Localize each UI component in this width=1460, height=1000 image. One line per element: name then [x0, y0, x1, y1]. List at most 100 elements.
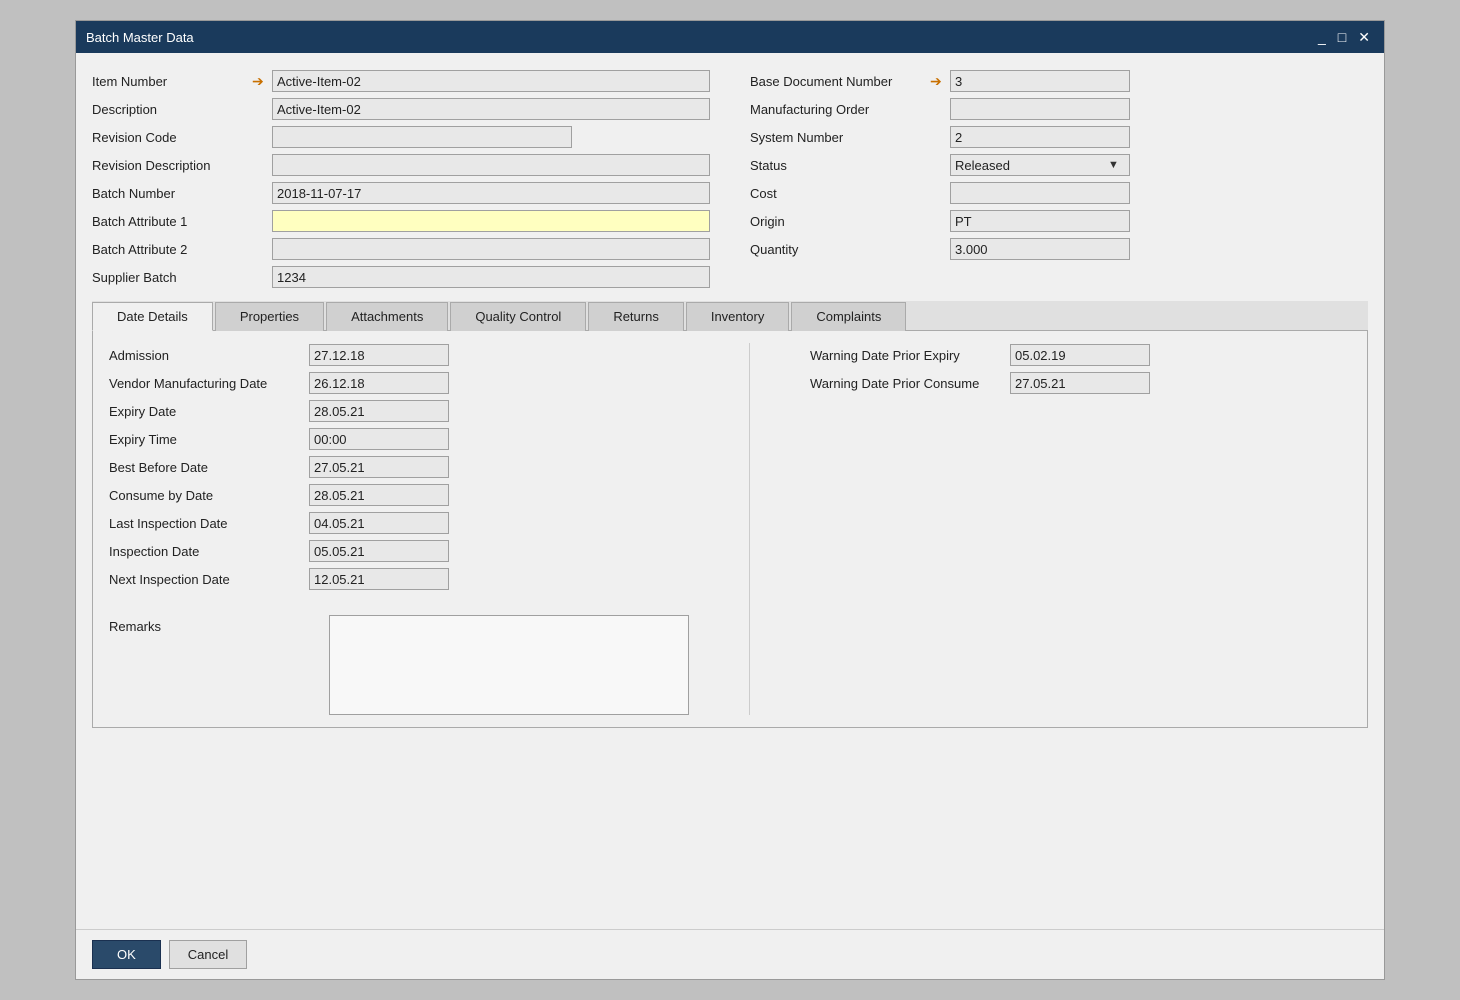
quantity-input[interactable]: [950, 238, 1130, 260]
supplier-batch-input[interactable]: [272, 266, 710, 288]
tab-properties[interactable]: Properties: [215, 302, 324, 331]
revision-code-row: Revision Code: [92, 125, 710, 149]
status-select[interactable]: Released Locked Restricted: [950, 154, 1130, 176]
batch-attr1-row: Batch Attribute 1: [92, 209, 710, 233]
batch-attr2-label: Batch Attribute 2: [92, 242, 252, 257]
remarks-textarea[interactable]: [329, 615, 689, 715]
remarks-label: Remarks: [109, 615, 309, 634]
warning-date-expiry-input[interactable]: [1010, 344, 1150, 366]
left-fields: Item Number ➔ Description Revision Code …: [92, 69, 710, 289]
expiry-date-input[interactable]: [309, 400, 449, 422]
remarks-section: Remarks: [109, 615, 689, 715]
vertical-divider: [749, 343, 750, 715]
admission-input[interactable]: [309, 344, 449, 366]
status-label: Status: [750, 158, 930, 173]
maximize-button[interactable]: □: [1334, 30, 1350, 44]
minimize-button[interactable]: _: [1314, 30, 1330, 44]
best-before-date-label: Best Before Date: [109, 460, 309, 475]
right-fields: Base Document Number ➔ Manufacturing Ord…: [750, 69, 1368, 289]
ok-button[interactable]: OK: [92, 940, 161, 969]
batch-attr2-row: Batch Attribute 2: [92, 237, 710, 261]
description-input[interactable]: [272, 98, 710, 120]
date-details-left: Admission Vendor Manufacturing Date Expi…: [109, 343, 689, 715]
tab-date-details[interactable]: Date Details: [92, 302, 213, 331]
last-inspection-date-row: Last Inspection Date: [109, 511, 689, 535]
system-number-row: System Number: [750, 125, 1368, 149]
cost-input[interactable]: [950, 182, 1130, 204]
inspection-date-input[interactable]: [309, 540, 449, 562]
base-doc-number-row: Base Document Number ➔: [750, 69, 1368, 93]
last-inspection-date-input[interactable]: [309, 512, 449, 534]
warning-date-consume-label: Warning Date Prior Consume: [810, 376, 1010, 391]
fields-section: Item Number ➔ Description Revision Code …: [92, 69, 1368, 289]
supplier-batch-row: Supplier Batch: [92, 265, 710, 289]
tab-inner: Admission Vendor Manufacturing Date Expi…: [109, 343, 1351, 715]
consume-by-date-label: Consume by Date: [109, 488, 309, 503]
warning-date-expiry-row: Warning Date Prior Expiry: [810, 343, 1150, 367]
quantity-row: Quantity: [750, 237, 1368, 261]
best-before-date-input[interactable]: [309, 456, 449, 478]
tabs-container: Date Details Properties Attachments Qual…: [92, 301, 1368, 728]
tab-quality-control[interactable]: Quality Control: [450, 302, 586, 331]
warning-date-consume-input[interactable]: [1010, 372, 1150, 394]
manufacturing-order-input[interactable]: [950, 98, 1130, 120]
origin-label: Origin: [750, 214, 930, 229]
consume-by-date-row: Consume by Date: [109, 483, 689, 507]
next-inspection-date-row: Next Inspection Date: [109, 567, 689, 591]
cancel-button[interactable]: Cancel: [169, 940, 247, 969]
supplier-batch-label: Supplier Batch: [92, 270, 252, 285]
next-inspection-date-label: Next Inspection Date: [109, 572, 309, 587]
tab-attachments[interactable]: Attachments: [326, 302, 448, 331]
revision-desc-input[interactable]: [272, 154, 710, 176]
expiry-date-row: Expiry Date: [109, 399, 689, 423]
tab-inventory[interactable]: Inventory: [686, 302, 789, 331]
origin-input[interactable]: [950, 210, 1130, 232]
base-doc-number-label: Base Document Number: [750, 74, 930, 89]
title-bar: Batch Master Data _ □ ✕: [76, 21, 1384, 53]
window-controls: _ □ ✕: [1314, 30, 1374, 44]
tab-content-date-details: Admission Vendor Manufacturing Date Expi…: [92, 331, 1368, 728]
next-inspection-date-input[interactable]: [309, 568, 449, 590]
window-title: Batch Master Data: [86, 30, 194, 45]
status-row: Status Released Locked Restricted ▼: [750, 153, 1368, 177]
revision-desc-label: Revision Description: [92, 158, 252, 173]
batch-number-row: Batch Number: [92, 181, 710, 205]
content-area: Item Number ➔ Description Revision Code …: [76, 53, 1384, 929]
item-number-label: Item Number: [92, 74, 252, 89]
main-window: Batch Master Data _ □ ✕ Item Number ➔ De…: [75, 20, 1385, 980]
item-number-input[interactable]: [272, 70, 710, 92]
revision-code-input[interactable]: [272, 126, 572, 148]
consume-by-date-input[interactable]: [309, 484, 449, 506]
batch-number-label: Batch Number: [92, 186, 252, 201]
manufacturing-order-row: Manufacturing Order: [750, 97, 1368, 121]
inspection-date-row: Inspection Date: [109, 539, 689, 563]
expiry-time-input[interactable]: [309, 428, 449, 450]
vendor-mfg-date-label: Vendor Manufacturing Date: [109, 376, 309, 391]
vendor-mfg-date-input[interactable]: [309, 372, 449, 394]
tab-complaints[interactable]: Complaints: [791, 302, 906, 331]
tabs-bar: Date Details Properties Attachments Qual…: [92, 301, 1368, 331]
warning-date-consume-row: Warning Date Prior Consume: [810, 371, 1150, 395]
batch-attr2-input[interactable]: [272, 238, 710, 260]
item-number-row: Item Number ➔: [92, 69, 710, 93]
system-number-label: System Number: [750, 130, 930, 145]
description-row: Description: [92, 97, 710, 121]
vendor-mfg-date-row: Vendor Manufacturing Date: [109, 371, 689, 395]
tab-returns[interactable]: Returns: [588, 302, 684, 331]
cost-label: Cost: [750, 186, 930, 201]
admission-label: Admission: [109, 348, 309, 363]
cost-row: Cost: [750, 181, 1368, 205]
expiry-time-row: Expiry Time: [109, 427, 689, 451]
batch-attr1-input[interactable]: [272, 210, 710, 232]
close-button[interactable]: ✕: [1354, 30, 1374, 44]
revision-desc-row: Revision Description: [92, 153, 710, 177]
base-doc-number-input[interactable]: [950, 70, 1130, 92]
batch-number-input[interactable]: [272, 182, 710, 204]
system-number-input[interactable]: [950, 126, 1130, 148]
revision-code-label: Revision Code: [92, 130, 252, 145]
expiry-time-label: Expiry Time: [109, 432, 309, 447]
last-inspection-date-label: Last Inspection Date: [109, 516, 309, 531]
date-details-right: Warning Date Prior Expiry Warning Date P…: [810, 343, 1150, 715]
description-label: Description: [92, 102, 252, 117]
best-before-date-row: Best Before Date: [109, 455, 689, 479]
